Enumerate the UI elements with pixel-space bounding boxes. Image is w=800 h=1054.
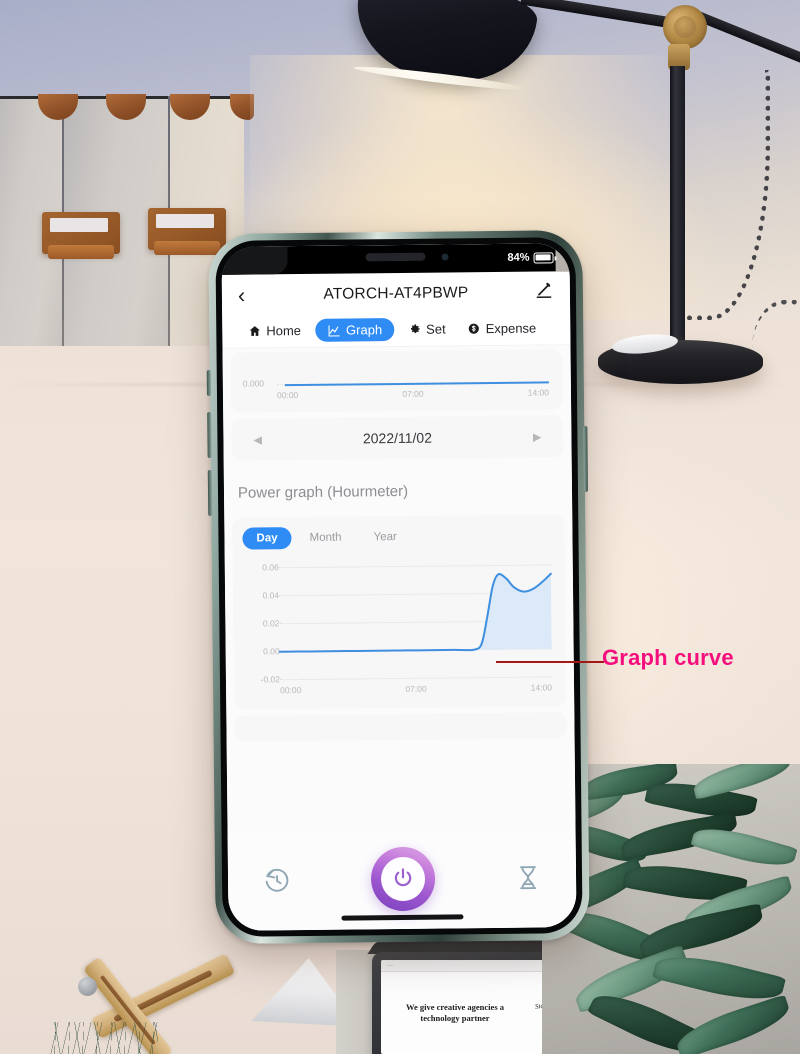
y-tick: 0.02 — [262, 618, 280, 629]
app-nav-bar: ‹ ATORCH-AT4PBWP — [221, 273, 571, 315]
date-selector: ◀ 2022/11/02 ▶ — [231, 415, 564, 461]
earpiece-speaker — [365, 252, 426, 262]
tab-expense-label: Expense — [485, 320, 537, 337]
annotation-label: Graph curve — [602, 645, 734, 670]
mini-chart: 0.000 00:00 07:00 14:00 — [241, 359, 553, 402]
home-indicator[interactable] — [341, 914, 464, 921]
top-chart-card: 0.000 00:00 07:00 14:00 — [230, 349, 564, 413]
range-month-button[interactable]: Month — [295, 526, 355, 549]
power-button-inner — [380, 856, 426, 902]
gear-icon — [410, 324, 420, 334]
tab-graph[interactable]: Graph — [314, 318, 395, 342]
front-camera — [441, 253, 449, 261]
tab-set[interactable]: Set — [400, 317, 454, 341]
mini-x-tick: 00:00 — [276, 390, 299, 401]
coin-dollar-icon — [469, 323, 480, 334]
lamp-brass-joint — [663, 5, 707, 49]
annotation-pointer-line — [496, 661, 604, 663]
chart-series-svg — [279, 560, 552, 681]
tab-home-label: Home — [266, 323, 302, 339]
range-day-button[interactable]: Day — [242, 527, 292, 550]
x-tick: 07:00 — [405, 683, 427, 694]
outer-battery-readout: 84% — [507, 251, 554, 264]
power-graph-chart[interactable]: 0.06 0.04 0.02 0.00 -0.02 00:00 07:00 14… — [243, 560, 556, 701]
chart-y-axis: 0.06 0.04 0.02 0.00 -0.02 — [245, 562, 281, 685]
y-tick: 0.06 — [262, 562, 279, 573]
range-segmented-control: Day Month Year — [242, 524, 554, 550]
previous-day-button[interactable]: ◀ — [253, 433, 262, 446]
lamp-pole — [670, 66, 685, 356]
phone-screen: 84% 14:57 4G — [221, 243, 577, 931]
mini-chart-y-label: 0.000 — [242, 378, 265, 389]
tablet-headline: We give creative agencies a technology p… — [405, 1002, 505, 1023]
outer-battery-icon — [533, 251, 554, 264]
grass-plant — [48, 1022, 158, 1054]
next-day-button[interactable]: ▶ — [533, 430, 542, 443]
line-chart-icon — [328, 324, 340, 337]
chart-x-axis: 00:00 07:00 14:00 — [280, 682, 552, 695]
chart-plot-area — [279, 560, 552, 681]
timer-button[interactable] — [514, 863, 542, 896]
mini-chart-series-line — [284, 381, 549, 387]
pencil-edit-icon — [536, 282, 552, 298]
tab-graph-label: Graph — [345, 322, 383, 338]
x-tick: 14:00 — [530, 682, 553, 693]
scene-root: ◦◦◦ ▫ We give creative agencies a techno… — [0, 0, 800, 1054]
y-tick: 0.04 — [262, 590, 280, 601]
notch-cutout — [221, 246, 288, 275]
phone-mute-switch[interactable] — [206, 369, 211, 397]
power-icon — [394, 868, 412, 887]
history-button[interactable] — [262, 865, 292, 900]
outer-battery-percent: 84% — [507, 251, 530, 264]
box-label-holder — [42, 212, 120, 259]
tablet-url-text: ◦◦◦ — [387, 963, 394, 969]
mini-chart-x-axis: 00:00 07:00 14:00 — [277, 387, 549, 400]
power-graph-card: Day Month Year 0.06 0.04 0.02 0.00 -0.02 — [232, 514, 567, 710]
y-tick: 0.00 — [263, 646, 280, 657]
mini-x-tick: 07:00 — [402, 388, 424, 399]
page-title: ATORCH-AT4PBWP — [323, 284, 469, 303]
phone-notch-area: 84% — [221, 243, 570, 275]
tab-home[interactable]: Home — [240, 319, 309, 343]
x-tick: 00:00 — [280, 685, 302, 696]
mini-x-tick: 14:00 — [527, 387, 550, 398]
smartphone: 84% 14:57 4G — [206, 230, 590, 944]
app-content: 0.000 00:00 07:00 14:00 ◀ 2022/11/02 ▶ P… — [222, 345, 577, 931]
wooden-lamp-knob — [78, 977, 97, 996]
selected-date: 2022/11/02 — [362, 429, 433, 447]
tab-set-label: Set — [426, 321, 446, 337]
bottom-action-bar — [227, 831, 577, 931]
tab-expense[interactable]: Expense — [460, 316, 545, 340]
clock-rotate-left-icon — [265, 868, 289, 892]
phone-power-button[interactable] — [583, 426, 589, 493]
phone-volume-up-button[interactable] — [207, 411, 212, 458]
hourglass-icon — [520, 865, 537, 889]
range-year-button[interactable]: Year — [359, 526, 410, 549]
home-icon — [249, 326, 260, 336]
y-tick: -0.02 — [260, 674, 281, 685]
power-toggle-button[interactable] — [370, 846, 436, 912]
wall-strip — [336, 950, 376, 1054]
phone-volume-down-button[interactable] — [207, 469, 213, 516]
section-tab-bar: Home Graph Set Expense — [222, 311, 571, 349]
next-section-card — [234, 712, 567, 742]
screen-edge-highlight — [555, 243, 570, 272]
section-title: Power graph (Hourmeter) — [237, 482, 409, 502]
edit-name-button[interactable] — [534, 280, 554, 305]
